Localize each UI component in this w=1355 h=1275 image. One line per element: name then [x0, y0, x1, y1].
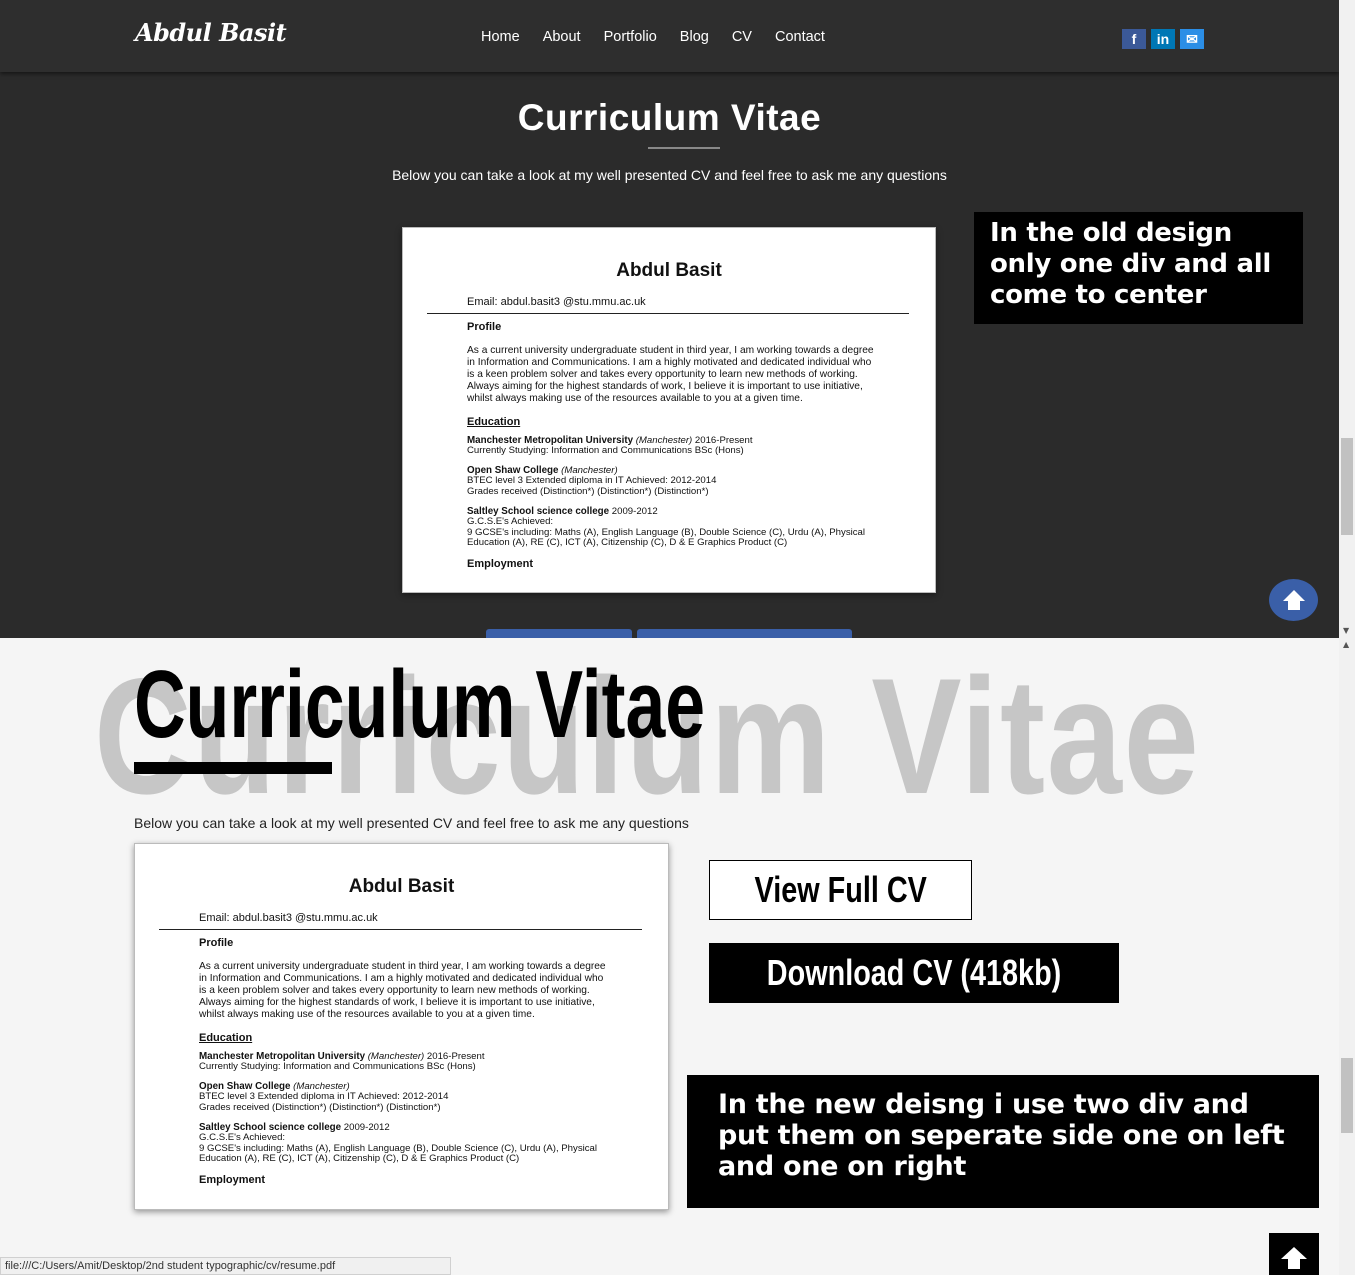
- cv-education-item: Open Shaw College (Manchester) BTEC leve…: [467, 464, 717, 498]
- nav-cv[interactable]: CV: [732, 29, 752, 45]
- cv-education-item: Saltley School science college 2009-2012…: [199, 1121, 598, 1165]
- scroll-to-top-button[interactable]: [1269, 1233, 1319, 1275]
- nav-blog[interactable]: Blog: [680, 29, 709, 45]
- browser-status-bar: file:///C:/Users/Amit/Desktop/2nd studen…: [0, 1257, 451, 1275]
- cv-education-item: Open Shaw College (Manchester) BTEC leve…: [199, 1080, 449, 1114]
- cv-education-item: Manchester Metropolitan University (Manc…: [199, 1050, 485, 1073]
- mail-icon[interactable]: ✉: [1180, 29, 1204, 49]
- cv-name: Abdul Basit: [616, 260, 722, 281]
- scrollbar-thumb[interactable]: [1341, 1058, 1353, 1133]
- annotation-old-design: In the old design only one div and all c…: [974, 212, 1303, 324]
- arrow-up-icon: [1281, 1247, 1307, 1269]
- cv-name: Abdul Basit: [348, 876, 455, 897]
- arrow-up-icon: [1282, 590, 1305, 610]
- scroll-up-arrow-icon[interactable]: ▲: [1343, 640, 1349, 649]
- new-design-section: Curriculum Vitae Curriculum Vitae Below …: [0, 638, 1339, 1275]
- cv-education-heading: Education: [199, 1031, 253, 1044]
- old-page-subtitle: Below you can take a look at my well pre…: [392, 167, 947, 183]
- download-cv-button[interactable]: Download CV (418kb): [709, 943, 1119, 1003]
- new-page-title: Curriculum Vitae: [134, 651, 706, 758]
- scrollbar-old[interactable]: ▼: [1339, 0, 1355, 638]
- cv-employment-heading: Employment: [467, 558, 534, 570]
- cv-profile-text: As a current university undergraduate st…: [467, 345, 874, 405]
- cv-profile-heading: Profile: [199, 937, 234, 949]
- title-underline: [648, 147, 720, 149]
- cv-email: Email: abdul.basit3 @stu.mmu.ac.uk: [467, 296, 646, 308]
- cv-education-heading: Education: [467, 415, 521, 428]
- scrollbar-new[interactable]: ▲: [1339, 638, 1355, 1275]
- navbar: Abdul Basit Home About Portfolio Blog CV…: [0, 0, 1339, 72]
- cv-education-item: Saltley School science college 2009-2012…: [467, 505, 866, 549]
- social-links: f in ✉: [1122, 29, 1204, 49]
- cv-preview-new[interactable]: Abdul Basit Email: abdul.basit3 @stu.mmu…: [134, 843, 669, 1210]
- scroll-down-arrow-icon[interactable]: ▼: [1343, 626, 1349, 635]
- new-page-subtitle: Below you can take a look at my well pre…: [134, 815, 689, 831]
- scroll-to-top-button-old[interactable]: [1269, 579, 1318, 621]
- cv-profile-heading: Profile: [467, 321, 502, 333]
- nav-about[interactable]: About: [543, 29, 581, 45]
- cv-divider: [159, 929, 642, 930]
- main-nav: Home About Portfolio Blog CV Contact: [481, 29, 848, 45]
- site-logo[interactable]: Abdul Basit: [135, 18, 287, 47]
- cv-profile-text: As a current university undergraduate st…: [199, 961, 606, 1021]
- cv-divider: [427, 313, 909, 314]
- linkedin-icon[interactable]: in: [1151, 29, 1175, 49]
- nav-contact[interactable]: Contact: [775, 29, 825, 45]
- cv-preview-old[interactable]: Abdul Basit Email: abdul.basit3 @stu.mmu…: [402, 227, 936, 593]
- title-underline-bar: [134, 762, 332, 774]
- nav-portfolio[interactable]: Portfolio: [604, 29, 657, 45]
- annotation-new-design: In the new deisng i use two div and put …: [687, 1075, 1319, 1208]
- old-design-section: Abdul Basit Home About Portfolio Blog CV…: [0, 0, 1339, 638]
- view-cv-button-old[interactable]: [486, 629, 632, 638]
- nav-home[interactable]: Home: [481, 29, 520, 45]
- cv-employment-heading: Employment: [199, 1174, 266, 1186]
- old-page-title: Curriculum Vitae: [517, 97, 822, 138]
- cv-education-item: Manchester Metropolitan University (Manc…: [467, 434, 753, 457]
- view-full-cv-button[interactable]: View Full CV: [709, 860, 972, 920]
- cv-body: Profile As a current university undergra…: [199, 937, 609, 1198]
- cv-body: Profile As a current university undergra…: [467, 321, 877, 582]
- facebook-icon[interactable]: f: [1122, 29, 1146, 49]
- scrollbar-thumb[interactable]: [1341, 438, 1353, 535]
- download-cv-button-old[interactable]: [637, 629, 852, 638]
- cv-email: Email: abdul.basit3 @stu.mmu.ac.uk: [199, 912, 378, 924]
